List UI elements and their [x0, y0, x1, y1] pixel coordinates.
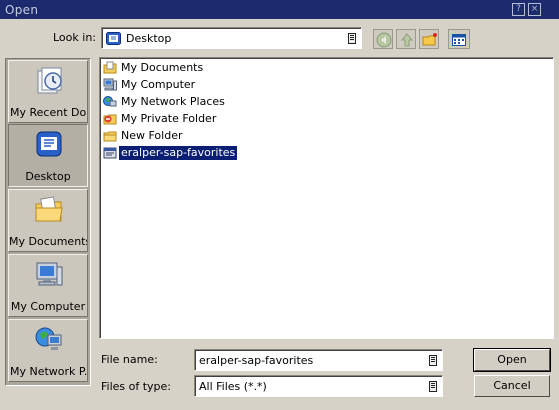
- list-item[interactable]: My Private Folder: [103, 111, 218, 127]
- new-folder-button[interactable]: [419, 29, 439, 49]
- dropdown-icon[interactable]: [429, 381, 437, 392]
- private-folder-icon: [103, 114, 117, 125]
- file-type-label: Files of type:: [101, 380, 172, 393]
- place-my-documents[interactable]: My Documents: [8, 189, 88, 252]
- new-folder-icon: [422, 33, 437, 46]
- places-bar: My Recent Do... Desktop My Documents My …: [5, 58, 91, 386]
- file-name: My Network Places: [121, 95, 225, 108]
- back-arrow-icon: [376, 32, 392, 48]
- file-type-value: All Files (*.*): [199, 380, 267, 393]
- sap-file-icon: [103, 147, 117, 159]
- folder-icon: [103, 131, 117, 142]
- documents-folder-icon: [35, 196, 63, 222]
- list-item[interactable]: My Network Places: [103, 94, 227, 110]
- cancel-button[interactable]: Cancel: [474, 375, 550, 397]
- look-in-value: Desktop: [126, 32, 172, 45]
- place-desktop[interactable]: Desktop: [8, 124, 88, 187]
- recent-documents-icon: [37, 67, 62, 94]
- dropdown-icon[interactable]: [429, 355, 437, 366]
- list-item[interactable]: My Documents: [103, 60, 205, 76]
- help-button[interactable]: ?: [512, 3, 525, 16]
- up-folder-button[interactable]: [396, 29, 416, 49]
- view-menu-button[interactable]: [448, 29, 470, 49]
- back-button[interactable]: [373, 29, 393, 49]
- list-item[interactable]: New Folder: [103, 128, 184, 144]
- place-label: Desktop: [25, 170, 71, 183]
- computer-icon: [36, 262, 63, 286]
- place-label: My Documents: [9, 235, 88, 248]
- look-in-label: Look in:: [53, 31, 96, 44]
- window-title: Open: [5, 2, 39, 17]
- documents-folder-icon: [103, 61, 117, 74]
- file-name: My Private Folder: [121, 112, 217, 125]
- computer-icon: [103, 78, 117, 91]
- desktop-icon: [106, 32, 121, 45]
- place-recent-documents[interactable]: My Recent Do...: [8, 60, 88, 123]
- file-name: New Folder: [121, 129, 183, 142]
- desktop-icon: [36, 131, 62, 157]
- list-item[interactable]: My Computer: [103, 77, 197, 93]
- place-my-network[interactable]: My Network P...: [8, 319, 88, 382]
- place-label: My Network P...: [10, 365, 88, 378]
- file-name-value: eralper-sap-favorites: [199, 354, 314, 367]
- file-name-input[interactable]: eralper-sap-favorites: [194, 349, 443, 371]
- view-menu-icon: [452, 34, 466, 46]
- open-dialog: Open ? × Look in: Desktop My Recent Do..…: [0, 0, 559, 410]
- up-arrow-icon: [400, 33, 414, 47]
- look-in-dropdown[interactable]: Desktop: [101, 27, 362, 49]
- place-my-computer[interactable]: My Computer: [8, 254, 88, 317]
- dropdown-icon[interactable]: [348, 33, 356, 44]
- network-places-icon: [35, 327, 62, 350]
- list-item-selected[interactable]: eralper-sap-favorites: [103, 145, 239, 161]
- title-bar[interactable]: Open ? ×: [0, 0, 559, 19]
- file-list[interactable]: My Documents My Computer My Network Plac…: [99, 57, 554, 339]
- file-name: My Computer: [121, 78, 196, 91]
- close-button[interactable]: ×: [528, 3, 541, 16]
- file-name: My Documents: [121, 61, 204, 74]
- network-places-icon: [103, 96, 117, 107]
- file-name: eralper-sap-favorites: [117, 145, 239, 161]
- file-type-dropdown[interactable]: All Files (*.*): [194, 375, 443, 397]
- file-name-label: File name:: [101, 353, 158, 366]
- place-label: My Recent Do...: [10, 106, 88, 119]
- place-label: My Computer: [10, 300, 86, 313]
- open-button[interactable]: Open: [473, 348, 551, 372]
